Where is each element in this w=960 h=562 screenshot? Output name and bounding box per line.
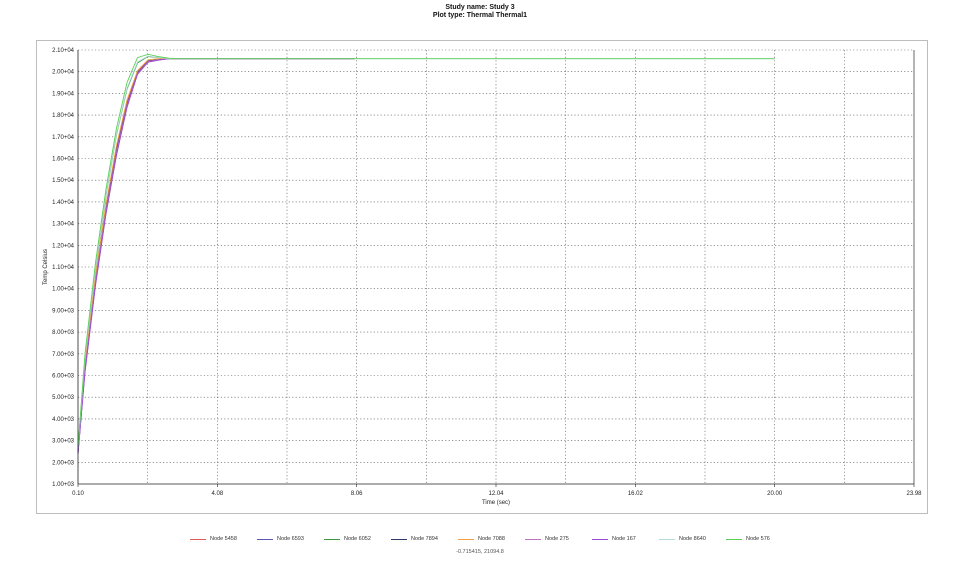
legend-swatch [458,538,474,540]
legend-swatch [257,538,273,540]
y-tick-label: 1.20+04 [52,243,75,249]
y-tick-label: 8.00+03 [52,330,75,336]
x-tick-label: 8.06 [351,491,363,497]
legend-item: Node 7894 [391,534,438,544]
y-tick-label: 3.00+03 [52,439,75,445]
legend-item: Node 275 [525,534,569,544]
y-tick-label: 1.60+04 [52,157,75,163]
series-line-node-275 [77,58,355,454]
legend-label: Node 167 [612,536,636,542]
cursor-coordinate-readout: -0.715415, 21094.8 [456,549,504,555]
axes: 1.00+03 2.00+03 3.00+03 4.00+03 5.00+03 6.00+… [43,48,922,506]
y-tick-label: 1.70+04 [52,135,75,141]
y-axis-label: Temp Celsius [43,249,49,285]
legend-label: Node 8640 [679,536,706,542]
legend-swatch [525,538,541,540]
y-tick-label: 1.80+04 [52,113,75,119]
legend-item: Node 8640 [659,534,706,544]
legend-item: Node 167 [592,534,636,544]
legend-swatch [659,538,675,540]
legend-item: Node 6593 [257,534,304,544]
y-tick-label: 6.00+03 [52,374,75,380]
legend-item: Node 6052 [324,534,371,544]
series-line-node-6593 [77,58,355,454]
legend-item: Node 5458 [190,534,237,544]
y-tick-label: 9.00+03 [52,308,75,314]
x-tick-label: 4.08 [211,491,223,497]
y-tick-label: 2.10+04 [52,48,75,54]
x-tick-label: 23.98 [906,491,922,497]
chart-title: Study name: Study 3 [445,4,515,11]
legend-label: Node 576 [746,536,770,542]
legend-swatch [190,538,206,540]
legend-item: Node 576 [726,534,770,544]
legend-swatch [726,538,742,540]
legend: Node 5458 Node 6593 Node 6052 Node 7894 Node… [0,534,960,546]
legend-swatch [592,538,608,540]
legend-label: Node 5458 [210,536,237,542]
y-tick-label: 1.00+03 [52,482,75,488]
series-line-node-5458 [77,58,355,452]
series-line-node-167 [77,58,355,455]
series-line-node-7088 [77,58,355,451]
y-tick-label: 2.00+03 [52,460,75,466]
y-tick-label: 1.50+04 [52,178,75,184]
legend-label: Node 7894 [411,536,438,542]
grid [78,49,915,484]
legend-item: Node 7088 [458,534,505,544]
y-tick-label: 1.10+04 [52,265,75,271]
legend-label: Node 7088 [478,536,505,542]
legend-label: Node 275 [545,536,569,542]
series-line-node-7894 [77,58,355,453]
legend-label: Node 6593 [277,536,304,542]
y-tick-label: 2.00+04 [52,70,75,76]
line-chart: 1.00+03 2.00+03 3.00+03 4.00+03 5.00+03 6.00+… [43,48,922,506]
chart-frame: 1.00+03 2.00+03 3.00+03 4.00+03 5.00+03 6.00+… [36,40,928,514]
legend-label: Node 6052 [344,536,371,542]
x-tick-label: 16.02 [628,491,644,497]
y-tick-label: 5.00+03 [52,395,75,401]
x-axis-label: Time (sec) [482,500,510,506]
y-tick-label: 1.40+04 [52,200,75,206]
legend-swatch [391,538,407,540]
y-tick-label: 1.90+04 [52,91,75,97]
y-tick-label: 1.30+04 [52,222,75,228]
x-tick-label: 0.10 [72,491,84,497]
x-tick-label: 12.04 [488,491,504,497]
legend-swatch [324,538,340,540]
y-tick-label: 4.00+03 [52,417,75,423]
y-tick-label: 1.00+04 [52,287,75,293]
chart-subtitle: Plot type: Thermal Thermal1 [432,12,528,19]
x-tick-label: 20.00 [767,491,783,497]
y-tick-label: 7.00+03 [52,352,75,358]
